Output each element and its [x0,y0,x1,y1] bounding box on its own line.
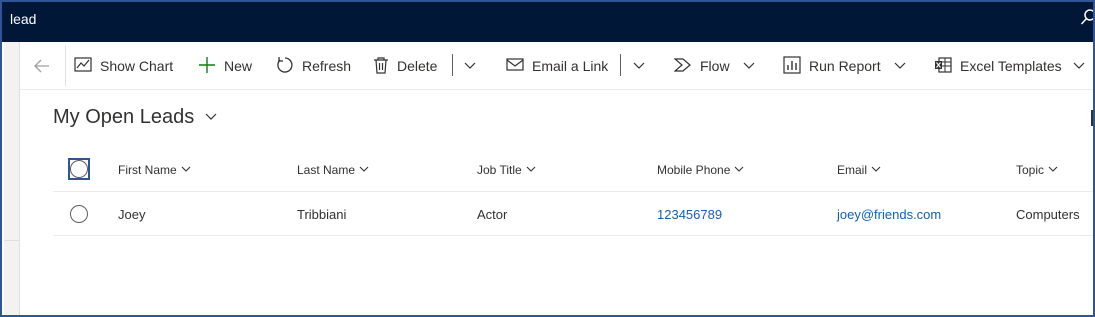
column-label: Job Title [477,163,522,177]
new-label: New [224,58,253,74]
excel-templates-button[interactable]: Excel Templates [934,54,1062,78]
excel-templates-label: Excel Templates [960,58,1062,74]
cell-topic: Computers [1016,206,1080,222]
grid-header-row: First Name Last Name Job Title Mobile Ph… [53,148,1093,192]
column-header-email[interactable]: Email [837,148,881,192]
chevron-down-icon [177,163,191,177]
chevron-down-icon[interactable] [1072,58,1086,72]
row-select-radio[interactable] [70,205,88,223]
run-report-label: Run Report [809,58,881,74]
cell-mobile-phone-link[interactable]: 123456789 [657,192,722,236]
command-bar: Show Chart New Refresh Delete Email a Li… [20,42,1093,90]
column-header-topic[interactable]: Topic [1016,148,1058,192]
cell-first-name: Joey [118,206,146,222]
delete-label: Delete [397,58,438,74]
view-title: My Open Leads [53,106,195,128]
excel-icon [934,56,952,76]
column-label: First Name [118,163,177,177]
trash-icon [373,56,389,77]
chevron-down-icon [730,163,744,177]
command-divider [65,46,66,86]
plus-icon [198,56,216,77]
run-report-button[interactable]: Run Report [783,54,881,78]
new-button[interactable]: New [198,54,252,78]
view-selector[interactable]: My Open Leads [53,106,218,129]
column-header-mobile-phone[interactable]: Mobile Phone [657,148,744,192]
chart-icon [74,56,92,77]
chevron-down-icon[interactable] [632,58,646,72]
delete-button[interactable]: Delete [373,54,437,78]
chevron-down-icon [867,163,881,177]
cell-email-link[interactable]: joey@friends.com [837,192,941,236]
column-header-last-name[interactable]: Last Name [297,148,369,192]
email-link-button[interactable]: Email a Link [506,54,608,78]
top-nav-bar: lead [2,2,1093,42]
chevron-down-icon [1044,163,1058,177]
cell-last-name: Tribbiani [297,206,347,222]
column-label: Topic [1016,163,1045,177]
email-link-icon [506,57,524,76]
chevron-down-icon[interactable] [463,58,477,72]
email-link-label: Email a Link [532,58,609,74]
chevron-down-icon[interactable] [742,58,756,72]
toolbar-separator [620,54,621,76]
chevron-down-icon[interactable] [893,58,907,72]
table-row[interactable]: Joey Tribbiani Actor 123456789 joey@frie… [53,192,1093,236]
chevron-down-icon [355,163,369,177]
flow-icon [673,57,692,75]
show-chart-label: Show Chart [100,58,174,74]
search-icon[interactable] [1080,8,1093,28]
left-nav-strip [4,42,20,315]
chevron-down-icon [522,163,536,177]
refresh-icon [276,56,294,77]
window-frame: lead Show Chart New Refresh Delete Email… [0,0,1095,317]
column-label: Email [837,163,868,177]
column-label: Last Name [297,163,356,177]
scroll-indicator [1091,110,1093,126]
column-header-job-title[interactable]: Job Title [477,148,536,192]
back-arrow-icon[interactable] [28,54,56,78]
chevron-down-icon [194,106,218,129]
column-header-first-name[interactable]: First Name [118,148,191,192]
flow-label: Flow [700,58,730,74]
select-all-checkbox[interactable] [68,158,90,180]
show-chart-button[interactable]: Show Chart [74,54,173,78]
radio-icon [70,160,88,178]
cell-job-title: Actor [477,206,508,222]
toolbar-separator [452,54,453,76]
report-icon [783,55,801,77]
flow-button[interactable]: Flow [673,54,730,78]
refresh-button[interactable]: Refresh [276,54,351,78]
app-title: lead [10,11,37,27]
column-label: Mobile Phone [657,163,731,177]
refresh-label: Refresh [302,58,352,74]
